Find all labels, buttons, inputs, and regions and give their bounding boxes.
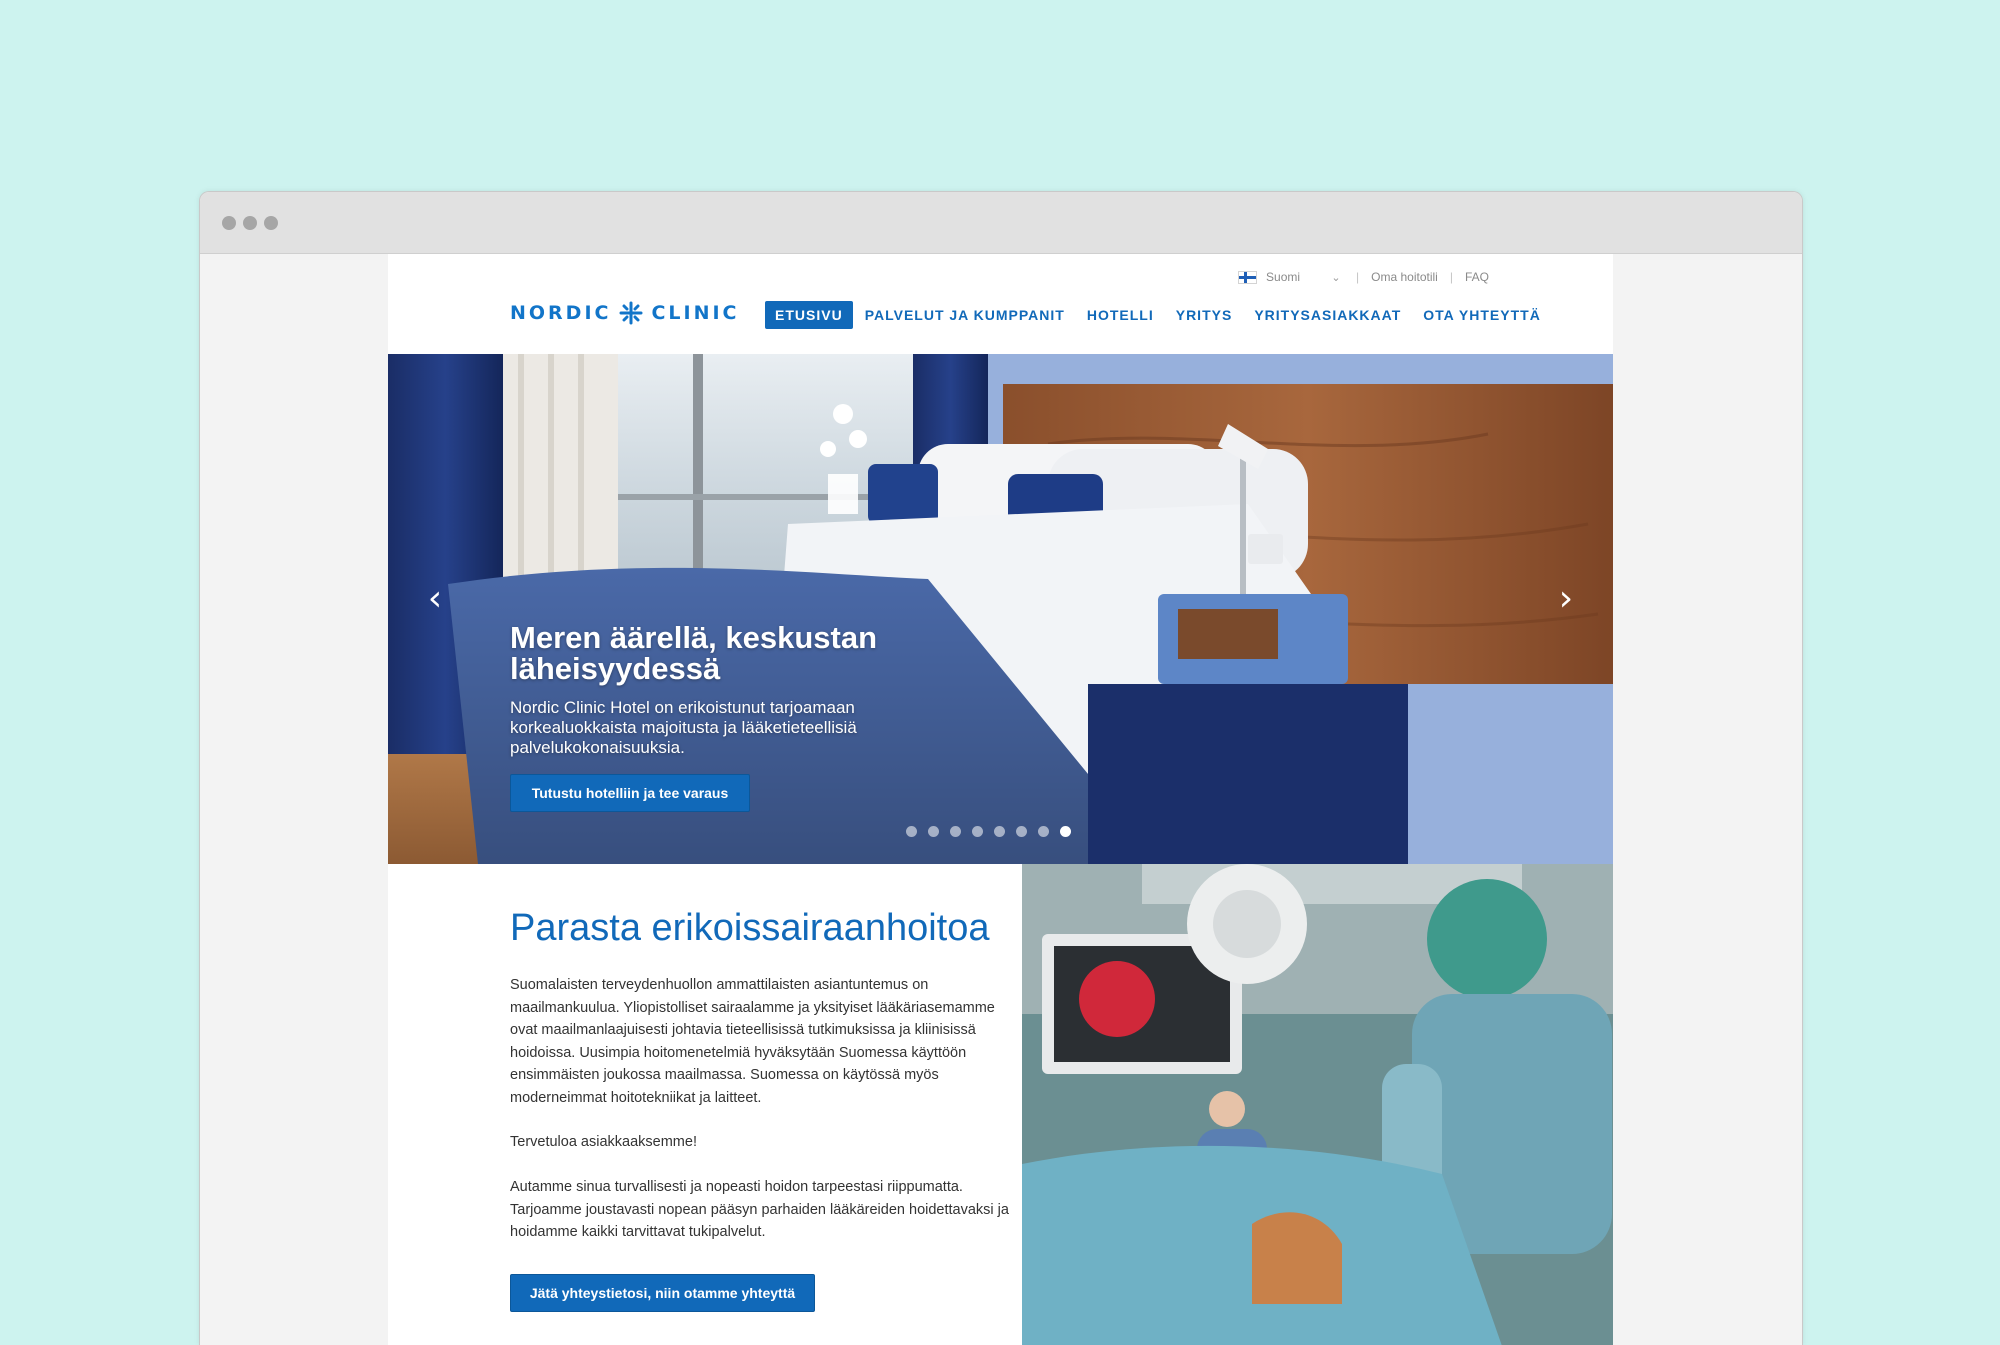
carousel-dot[interactable] xyxy=(1038,826,1049,837)
carousel-dot[interactable] xyxy=(972,826,983,837)
nav-item-etusivu[interactable]: ETUSIVU xyxy=(765,301,853,329)
finland-flag-icon xyxy=(1238,270,1258,284)
nav-item-hotelli[interactable]: HOTELLI xyxy=(1077,301,1164,329)
carousel-dot[interactable] xyxy=(1016,826,1027,837)
hotel-booking-button[interactable]: Tutustu hotelliin ja tee varaus xyxy=(510,774,750,812)
logo-text-right: CLINIC xyxy=(651,302,740,324)
intro-paragraph: Suomalaisten terveydenhuollon ammattilai… xyxy=(510,977,995,1106)
window-minimize-dot[interactable] xyxy=(243,216,257,230)
web-page: NORDIC CLINIC Suomi ⌄ | Oma hoitotili | … xyxy=(388,254,1613,1345)
utility-separator: | xyxy=(1356,270,1360,284)
hero-description: Nordic Clinic Hotel on erikoistunut tarj… xyxy=(510,698,857,757)
account-link[interactable]: Oma hoitotili xyxy=(1371,270,1438,284)
browser-window: NORDIC CLINIC Suomi ⌄ | Oma hoitotili | … xyxy=(199,191,1803,1345)
carousel-dot[interactable] xyxy=(928,826,939,837)
nordic-clinic-logo[interactable]: NORDIC CLINIC xyxy=(510,301,740,325)
utility-separator: | xyxy=(1449,270,1453,284)
carousel-dot[interactable] xyxy=(994,826,1005,837)
carousel-dot[interactable] xyxy=(950,826,961,837)
carousel-pagination xyxy=(906,826,1082,837)
welcome-paragraph: Tervetuloa asiakkaaksemme! xyxy=(510,1134,697,1150)
chevron-left-icon[interactable]: ‹ xyxy=(420,579,450,619)
contact-request-button[interactable]: Jätä yhteystietosi, niin otamme yhteyttä xyxy=(510,1274,815,1312)
hero-title: Meren äärellä, keskustan läheisyydessä xyxy=(510,620,878,686)
snowflake-cross-icon xyxy=(619,301,643,325)
carousel-dot[interactable] xyxy=(906,826,917,837)
language-select[interactable]: Suomi xyxy=(1266,270,1328,284)
faq-link[interactable]: FAQ xyxy=(1465,270,1489,284)
main-navigation: ETUSIVU PALVELUT JA KUMPPANIT HOTELLI YR… xyxy=(765,301,1553,329)
support-paragraph: Autamme sinua turvallisesti ja nopeasti … xyxy=(510,1179,1009,1240)
section-heading: Parasta erikoissairaanhoitoa xyxy=(510,907,990,949)
window-close-dot[interactable] xyxy=(222,216,236,230)
carousel-dot-active[interactable] xyxy=(1060,826,1071,837)
hero-caption: Meren äärellä, keskustan läheisyydessä N… xyxy=(510,622,930,758)
chevron-right-icon[interactable]: › xyxy=(1551,579,1581,619)
surgery-photo xyxy=(1022,864,1613,1345)
intro-section: Parasta erikoissairaanhoitoa Suomalaiste… xyxy=(388,864,1023,1345)
hero-carousel: ‹ › Meren äärellä, keskustan läheisyydes… xyxy=(388,354,1613,864)
nav-item-yritysasiakkaat[interactable]: YRITYSASIAKKAAT xyxy=(1244,301,1411,329)
chevron-down-icon[interactable]: ⌄ xyxy=(1328,271,1344,284)
nav-item-yritys[interactable]: YRITYS xyxy=(1166,301,1243,329)
site-header: NORDIC CLINIC Suomi ⌄ | Oma hoitotili | … xyxy=(388,254,1613,354)
browser-title-bar xyxy=(200,192,1802,254)
utility-bar: Suomi ⌄ | Oma hoitotili | FAQ xyxy=(1238,270,1489,284)
logo-text-left: NORDIC xyxy=(510,302,612,324)
nav-item-ota-yhteytta[interactable]: OTA YHTEYTTÄ xyxy=(1413,301,1551,329)
nav-item-palvelut[interactable]: PALVELUT JA KUMPPANIT xyxy=(855,301,1075,329)
window-maximize-dot[interactable] xyxy=(264,216,278,230)
